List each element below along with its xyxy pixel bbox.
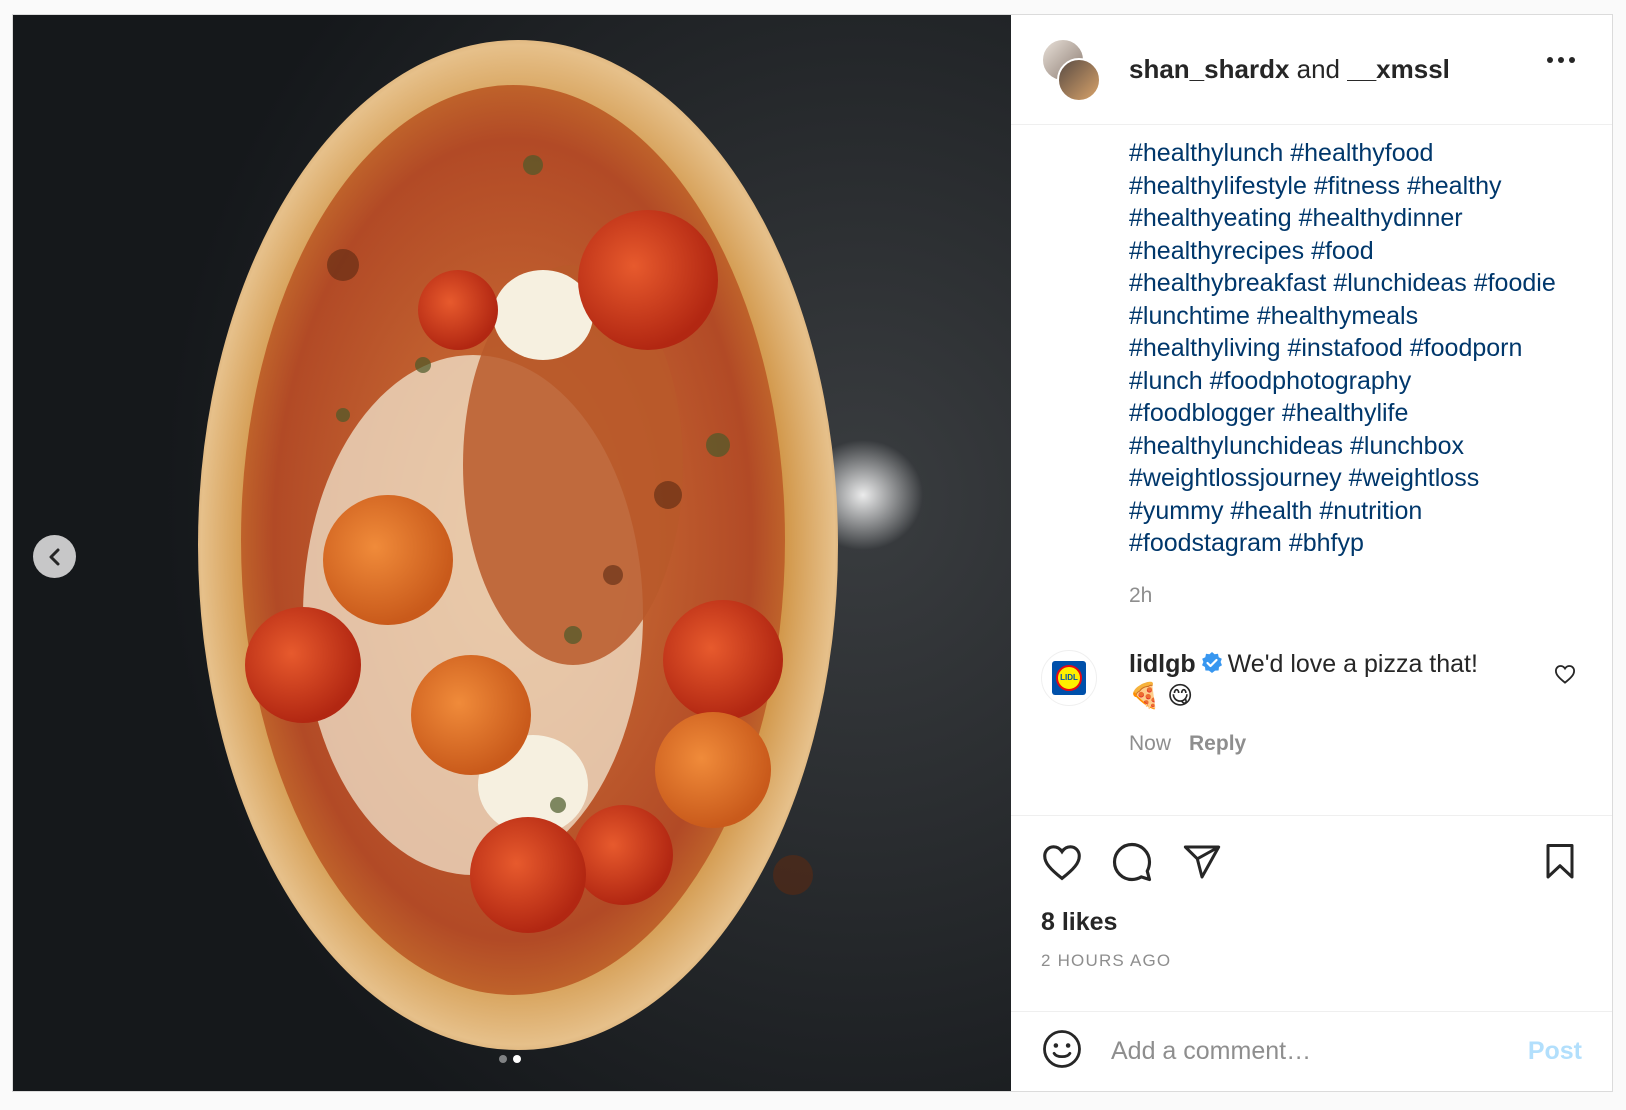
post-header: shan_shardx and __xmssl — [1011, 15, 1612, 125]
hashtag[interactable]: #healthyliving — [1129, 334, 1281, 362]
carousel-dot — [499, 1055, 507, 1063]
hashtag[interactable]: #healthybreakfast — [1129, 269, 1326, 297]
hashtag[interactable]: #healthyfood — [1290, 139, 1433, 167]
lidl-logo: LIDL — [1052, 660, 1086, 695]
hashtag[interactable]: #weightloss — [1349, 464, 1480, 492]
like-button[interactable] — [1041, 843, 1083, 886]
hashtag[interactable]: #healthyeating — [1129, 204, 1292, 232]
emoji-icon — [1043, 1030, 1081, 1068]
avatar — [1057, 57, 1101, 102]
hashtag[interactable]: #lunchideas — [1333, 269, 1466, 297]
hashtag[interactable]: #healthylunch — [1129, 139, 1283, 167]
hashtag[interactable]: #healthyrecipes — [1129, 237, 1304, 265]
hashtag[interactable]: #food — [1311, 237, 1374, 265]
hashtag[interactable]: #healthydinner — [1299, 204, 1463, 232]
comment-item: LIDL lidlgb We'd love a pizza that! 🍕 😋 … — [1011, 648, 1612, 756]
hashtag[interactable]: #health — [1230, 497, 1312, 525]
reply-button[interactable]: Reply — [1189, 732, 1246, 755]
post-timestamp[interactable]: 2 HOURS AGO — [1011, 937, 1612, 971]
lidl-logo-inner: LIDL — [1056, 664, 1082, 691]
collaborator-username[interactable]: __xmssl — [1347, 54, 1450, 84]
carousel-prev-button[interactable] — [33, 535, 76, 578]
post-card: shan_shardx and __xmssl #healthylunch #h… — [12, 14, 1613, 1092]
comment-icon — [1112, 842, 1152, 881]
hashtag[interactable]: #bhfyp — [1289, 529, 1364, 557]
emoji-picker-button[interactable] — [1041, 1028, 1083, 1075]
comment-avatar[interactable]: LIDL — [1041, 649, 1097, 706]
owner-username[interactable]: shan_shardx — [1129, 54, 1289, 84]
owner-conjunction: and — [1296, 54, 1341, 84]
share-button[interactable] — [1181, 842, 1223, 887]
heart-icon — [1554, 664, 1576, 684]
share-icon — [1183, 845, 1221, 878]
comment-body: lidlgb We'd love a pizza that! 🍕 😋 — [1129, 648, 1509, 712]
post-actions: 8 likes 2 HOURS AGO — [1011, 815, 1612, 971]
hashtag[interactable]: #healthylunchideas — [1129, 432, 1343, 460]
hashtag[interactable]: #nutrition — [1319, 497, 1422, 525]
hashtag[interactable]: #foodblogger — [1129, 399, 1275, 427]
heart-icon — [1043, 844, 1081, 880]
comment-input[interactable] — [1109, 1036, 1518, 1067]
pizza-photo — [13, 15, 1011, 1091]
hashtag[interactable]: #foodstagram — [1129, 529, 1282, 557]
hashtag[interactable]: #foodie — [1474, 269, 1556, 297]
post-comment-button[interactable]: Post — [1528, 1037, 1582, 1066]
more-options-button[interactable] — [1546, 51, 1576, 69]
comment-meta: Now Reply — [1129, 732, 1612, 756]
hashtag[interactable]: #fitness — [1314, 172, 1400, 200]
post-owners: shan_shardx and __xmssl — [1129, 54, 1450, 85]
verified-badge-icon — [1201, 651, 1222, 673]
comment-button[interactable] — [1111, 841, 1153, 888]
caption-hashtags: #healthylunch #healthyfood #healthylifes… — [1011, 125, 1599, 560]
hashtag[interactable]: #healthy — [1407, 172, 1502, 200]
hashtag[interactable]: #yummy — [1129, 497, 1223, 525]
caption-timestamp[interactable]: 2h — [1129, 584, 1612, 608]
hashtag[interactable]: #lunchtime — [1129, 302, 1250, 330]
hashtag[interactable]: #instafood — [1287, 334, 1402, 362]
add-comment-bar: Post — [1011, 1011, 1612, 1091]
hashtag[interactable]: #healthymeals — [1257, 302, 1418, 330]
hashtag[interactable]: #weightlossjourney — [1129, 464, 1342, 492]
carousel-dot-active — [513, 1055, 521, 1063]
hashtag[interactable]: #foodporn — [1410, 334, 1523, 362]
chevron-left-icon — [49, 548, 59, 565]
hashtag[interactable]: #lunch — [1129, 367, 1203, 395]
comment-time[interactable]: Now — [1129, 732, 1171, 755]
post-sidebar: shan_shardx and __xmssl #healthylunch #h… — [1011, 15, 1612, 1091]
more-options-icon — [1547, 57, 1575, 63]
bookmark-icon — [1546, 844, 1574, 879]
post-media[interactable] — [13, 15, 1011, 1091]
action-icons — [1011, 816, 1612, 886]
hashtag[interactable]: #lunchbox — [1350, 432, 1464, 460]
carousel-indicator — [499, 1055, 521, 1063]
save-button[interactable] — [1542, 842, 1578, 887]
hashtag[interactable]: #healthylife — [1282, 399, 1408, 427]
comment-like-button[interactable] — [1554, 664, 1576, 689]
hashtag[interactable]: #healthylifestyle — [1129, 172, 1307, 200]
hashtag[interactable]: #foodphotography — [1210, 367, 1412, 395]
comment-username[interactable]: lidlgb — [1129, 650, 1196, 678]
owner-avatars[interactable] — [1041, 37, 1101, 102]
likes-count[interactable]: 8 likes — [1011, 886, 1612, 937]
